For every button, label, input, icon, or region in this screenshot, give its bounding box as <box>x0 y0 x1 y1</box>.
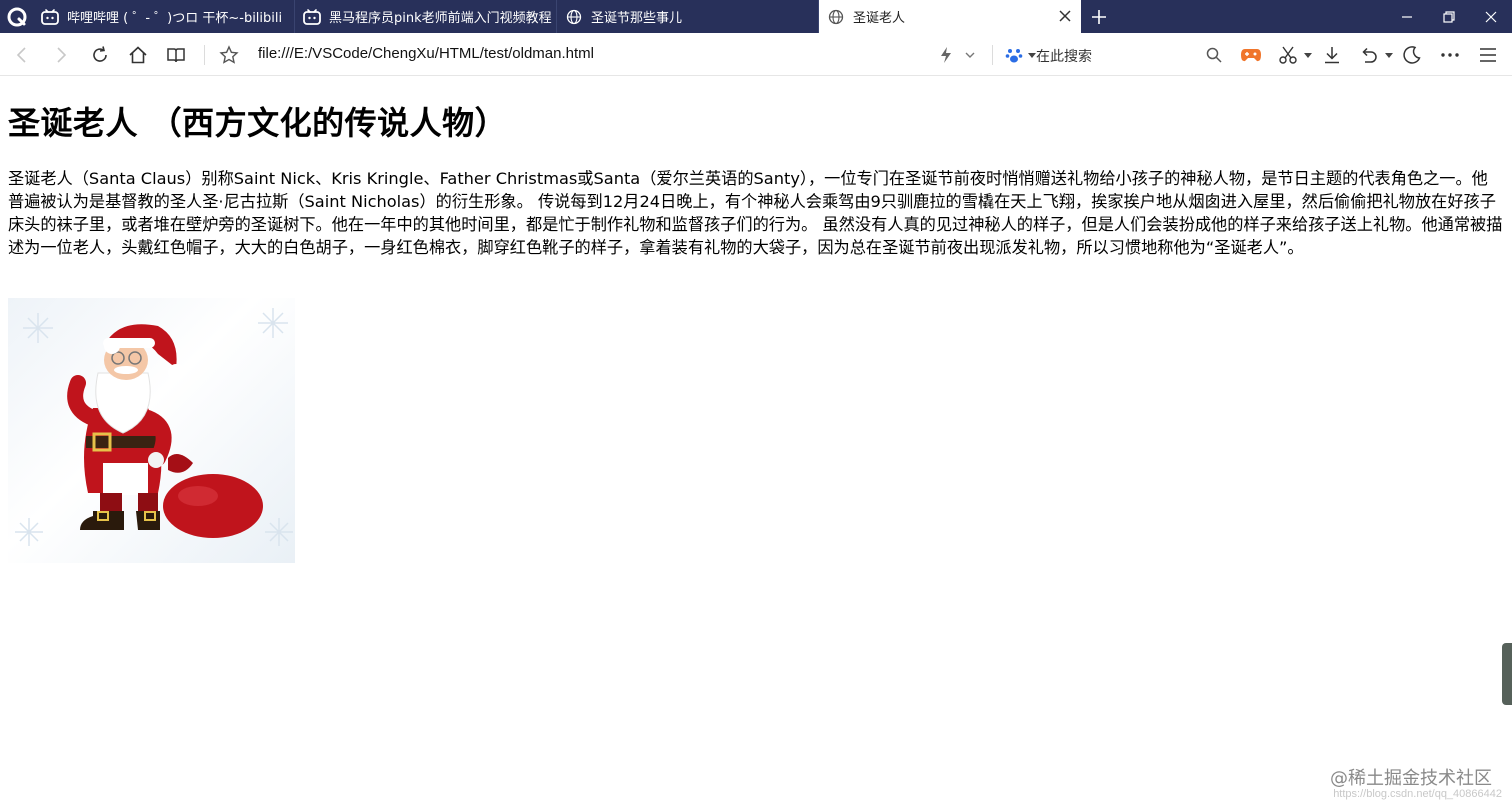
back-icon[interactable] <box>10 43 34 67</box>
toolbar-divider <box>204 45 205 65</box>
chevron-down-icon[interactable] <box>958 43 982 67</box>
tab-title: 黑马程序员pink老师前端入门视频教程 <box>329 11 552 26</box>
forward-icon[interactable] <box>49 43 73 67</box>
globe-icon <box>565 8 583 26</box>
bilibili-icon <box>303 8 321 26</box>
more-icon[interactable] <box>1438 43 1462 67</box>
minimize-icon[interactable] <box>1386 0 1428 33</box>
address-bar[interactable]: file:///E:/VSCode/ChengXu/HTML/test/oldm… <box>258 45 594 62</box>
bilibili-icon <box>41 8 59 26</box>
navigation-toolbar: file:///E:/VSCode/ChengXu/HTML/test/oldm… <box>0 33 1512 76</box>
lightning-icon[interactable] <box>934 43 958 67</box>
tab-title: 哔哩哔哩 ( ゜- ゜)つロ 干杯~-bilibili <box>67 11 283 26</box>
menu-icon[interactable] <box>1476 43 1500 67</box>
toolbar-divider <box>992 45 993 65</box>
tab-santa-active[interactable]: 圣诞老人 <box>819 0 1081 33</box>
santa-claus-image <box>8 298 295 563</box>
tab-christmas-story[interactable]: 圣诞节那些事儿 <box>557 0 819 33</box>
tab-bilibili[interactable]: 哔哩哔哩 ( ゜- ゜)つロ 干杯~-bilibili <box>33 0 295 33</box>
new-tab-button[interactable] <box>1081 0 1117 33</box>
reload-icon[interactable] <box>88 43 112 67</box>
tab-title: 圣诞老人 <box>853 11 906 26</box>
page-content: 圣诞老人 （西方文化的传说人物） 圣诞老人（Santa Claus）别称Sain… <box>8 76 1504 259</box>
close-window-icon[interactable] <box>1470 0 1512 33</box>
search-box[interactable]: 在此搜索 <box>1002 41 1226 69</box>
tab-title: 圣诞节那些事儿 <box>591 11 683 26</box>
page-heading: 圣诞老人 （西方文化的传说人物） <box>8 104 508 142</box>
download-icon[interactable] <box>1320 43 1344 67</box>
reader-icon[interactable] <box>164 43 188 67</box>
moon-icon[interactable] <box>1400 43 1424 67</box>
side-widget-handle[interactable] <box>1502 643 1512 705</box>
caret-down-icon[interactable] <box>1377 43 1401 67</box>
tab-bar: 哔哩哔哩 ( ゜- ゜)つロ 干杯~-bilibili 黑马程序员pink老师前… <box>0 0 1512 33</box>
window-controls <box>1386 0 1512 33</box>
home-icon[interactable] <box>126 43 150 67</box>
watermark-text: @稀土掘金技术社区 <box>1330 768 1492 789</box>
browser-logo-icon[interactable] <box>0 0 33 33</box>
close-tab-icon[interactable] <box>1057 8 1073 24</box>
globe-icon <box>827 8 845 26</box>
search-input[interactable]: 在此搜索 <box>1036 46 1092 66</box>
caret-down-icon[interactable] <box>1296 43 1320 67</box>
restore-icon[interactable] <box>1428 0 1470 33</box>
watermark-url: https://blog.csdn.net/qq_40866442 <box>1333 788 1502 800</box>
bookmark-star-icon[interactable] <box>217 43 241 67</box>
gamepad-icon[interactable] <box>1239 43 1263 67</box>
page-paragraph: 圣诞老人（Santa Claus）别称Saint Nick、Kris Kring… <box>8 169 1503 257</box>
tab-pink-course[interactable]: 黑马程序员pink老师前端入门视频教程 <box>295 0 557 33</box>
search-icon[interactable] <box>1202 43 1226 67</box>
